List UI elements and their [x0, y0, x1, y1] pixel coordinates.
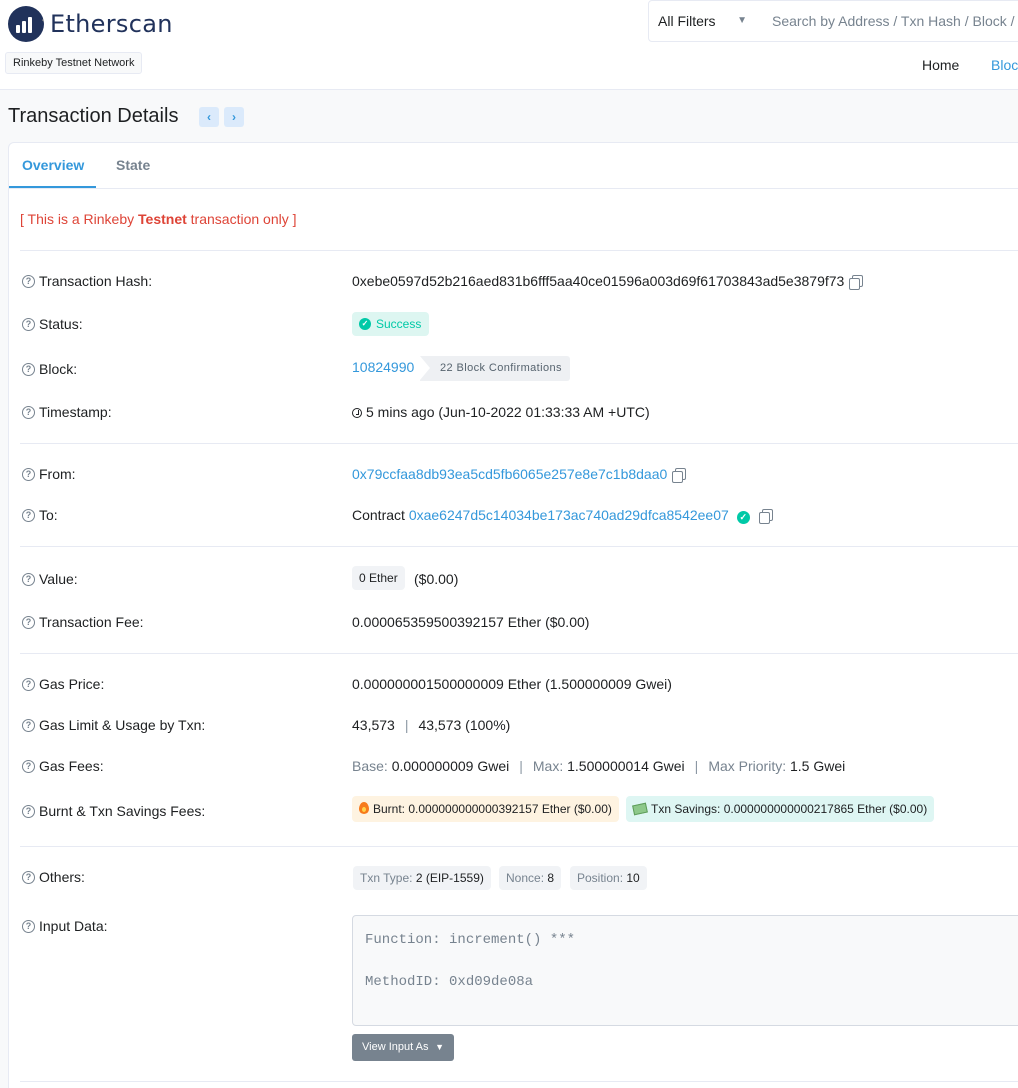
fire-icon [359, 802, 369, 814]
question-icon[interactable]: ? [22, 677, 35, 691]
value-usd: ($0.00) [414, 571, 459, 587]
question-icon[interactable]: ? [22, 405, 35, 419]
transaction-hash-value: 0xebe0597d52b216aed831b6fff5aa40ce01596a… [352, 273, 864, 290]
clock-icon [352, 408, 362, 418]
logo-icon [8, 6, 44, 42]
txn-savings-badge: Txn Savings: 0.000000000000217865 Ether … [626, 796, 935, 822]
label-status: ? Status: [22, 316, 83, 332]
logo-text: Etherscan [50, 10, 173, 38]
network-badge: Rinkeby Testnet Network [5, 52, 143, 74]
divider [20, 443, 1018, 444]
label-gas-price: ? Gas Price: [22, 676, 104, 692]
copy-icon[interactable] [672, 468, 687, 483]
view-input-as-button[interactable]: View Input As ▼ [352, 1034, 454, 1061]
input-methodid-line: MethodID: 0xd09de08a [365, 974, 534, 990]
label-gas-fees: ? Gas Fees: [22, 758, 104, 774]
question-icon[interactable]: ? [22, 718, 35, 732]
label-burnt-fees: ? Burnt & Txn Savings Fees: [22, 803, 205, 819]
to-contract-link[interactable]: 0xae6247d5c14034be173ac740ad29dfca8542ee… [409, 507, 729, 523]
label-timestamp: ? Timestamp: [22, 404, 112, 420]
question-icon[interactable]: ? [22, 572, 35, 586]
label-from: ? From: [22, 466, 76, 482]
label-others: ? Others: [22, 869, 85, 885]
question-icon[interactable]: ? [22, 274, 35, 288]
burnt-fee-badge: Burnt: 0.000000000000392157 Ether ($0.00… [352, 796, 619, 822]
question-icon[interactable]: ? [22, 467, 35, 481]
question-icon[interactable]: ? [22, 317, 35, 331]
filter-select[interactable]: All Filters ▼ [648, 0, 762, 42]
copy-icon[interactable] [849, 275, 864, 290]
divider [20, 546, 1018, 547]
verified-check-icon: ✓ [736, 511, 750, 524]
question-icon[interactable]: ? [22, 508, 35, 522]
divider [20, 1081, 1018, 1082]
label-input-data: ? Input Data: [22, 918, 108, 934]
tab-overview[interactable]: Overview [22, 157, 84, 173]
question-icon[interactable]: ? [22, 615, 35, 629]
page-title: Transaction Details [8, 105, 179, 127]
testnet-notice: [ This is a Rinkeby Testnet transaction … [20, 211, 297, 227]
label-to: ? To: [22, 507, 58, 523]
site-header: Etherscan Rinkeby Testnet Network All Fi… [0, 0, 1018, 90]
label-gas-limit: ? Gas Limit & Usage by Txn: [22, 717, 205, 733]
position-badge: Position: 10 [570, 866, 647, 890]
chevron-down-icon: ▼ [435, 1042, 444, 1052]
copy-icon[interactable] [758, 509, 773, 524]
label-transaction-fee: ? Transaction Fee: [22, 614, 144, 630]
label-value: ? Value: [22, 571, 78, 587]
prev-txn-button[interactable]: ‹ [199, 107, 219, 127]
gas-price-value: 0.000000001500000009 Ether (1.500000009 … [352, 676, 672, 692]
divider [20, 846, 1018, 847]
from-value: 0x79ccfaa8db93ea5cd5fb6065e257e8e7c1b8da… [352, 466, 687, 483]
question-icon[interactable]: ? [22, 759, 35, 773]
timestamp-value: 5 mins ago (Jun-10-2022 01:33:33 AM +UTC… [352, 404, 650, 420]
divider [20, 653, 1018, 654]
nonce-badge: Nonce: 8 [499, 866, 562, 890]
divider [20, 250, 1018, 251]
input-data-textarea[interactable]: Function: increment() *** MethodID: 0xd0… [352, 915, 1018, 1026]
from-address-link[interactable]: 0x79ccfaa8db93ea5cd5fb6065e257e8e7c1b8da… [352, 466, 667, 482]
chevron-down-icon: ▼ [737, 15, 747, 26]
to-value: Contract 0xae6247d5c14034be173ac740ad29d… [352, 507, 773, 524]
block-confirmations-badge: 22 Block Confirmations [420, 356, 570, 381]
active-tab-indicator [9, 186, 96, 188]
value-amount-badge: 0 Ether [352, 566, 405, 590]
txn-type-badge: Txn Type: 2 (EIP-1559) [353, 866, 491, 890]
question-icon[interactable]: ? [22, 919, 35, 933]
question-icon[interactable]: ? [22, 804, 35, 818]
gas-limit-value: 43,573 | 43,573 (100%) [352, 717, 511, 733]
check-circle-icon: ✓ [359, 318, 371, 330]
question-icon[interactable]: ? [22, 362, 35, 376]
search-input[interactable]: Search by Address / Txn Hash / Block / T… [761, 0, 1018, 42]
transaction-fee-value: 0.000065359500392157 Ether ($0.00) [352, 614, 590, 630]
next-txn-button[interactable]: › [224, 107, 244, 127]
tab-state[interactable]: State [116, 157, 150, 173]
label-block: ? Block: [22, 361, 77, 377]
gas-fees-value: Base: 0.000000009 Gwei | Max: 1.500000014 … [352, 758, 846, 774]
tab-bar: Overview State [9, 143, 1018, 189]
nav-home[interactable]: Home [922, 57, 959, 73]
money-icon [632, 802, 648, 816]
etherscan-logo[interactable]: Etherscan [8, 6, 173, 42]
status-badge: ✓ Success [352, 312, 430, 336]
filter-label: All Filters [658, 13, 716, 29]
input-function-line: Function: increment() *** [365, 932, 576, 948]
block-number-link[interactable]: 10824990 [352, 359, 414, 375]
label-transaction-hash: ? Transaction Hash: [22, 273, 152, 289]
question-icon[interactable]: ? [22, 870, 35, 884]
nav-blockchain[interactable]: Blockchain [991, 57, 1018, 73]
